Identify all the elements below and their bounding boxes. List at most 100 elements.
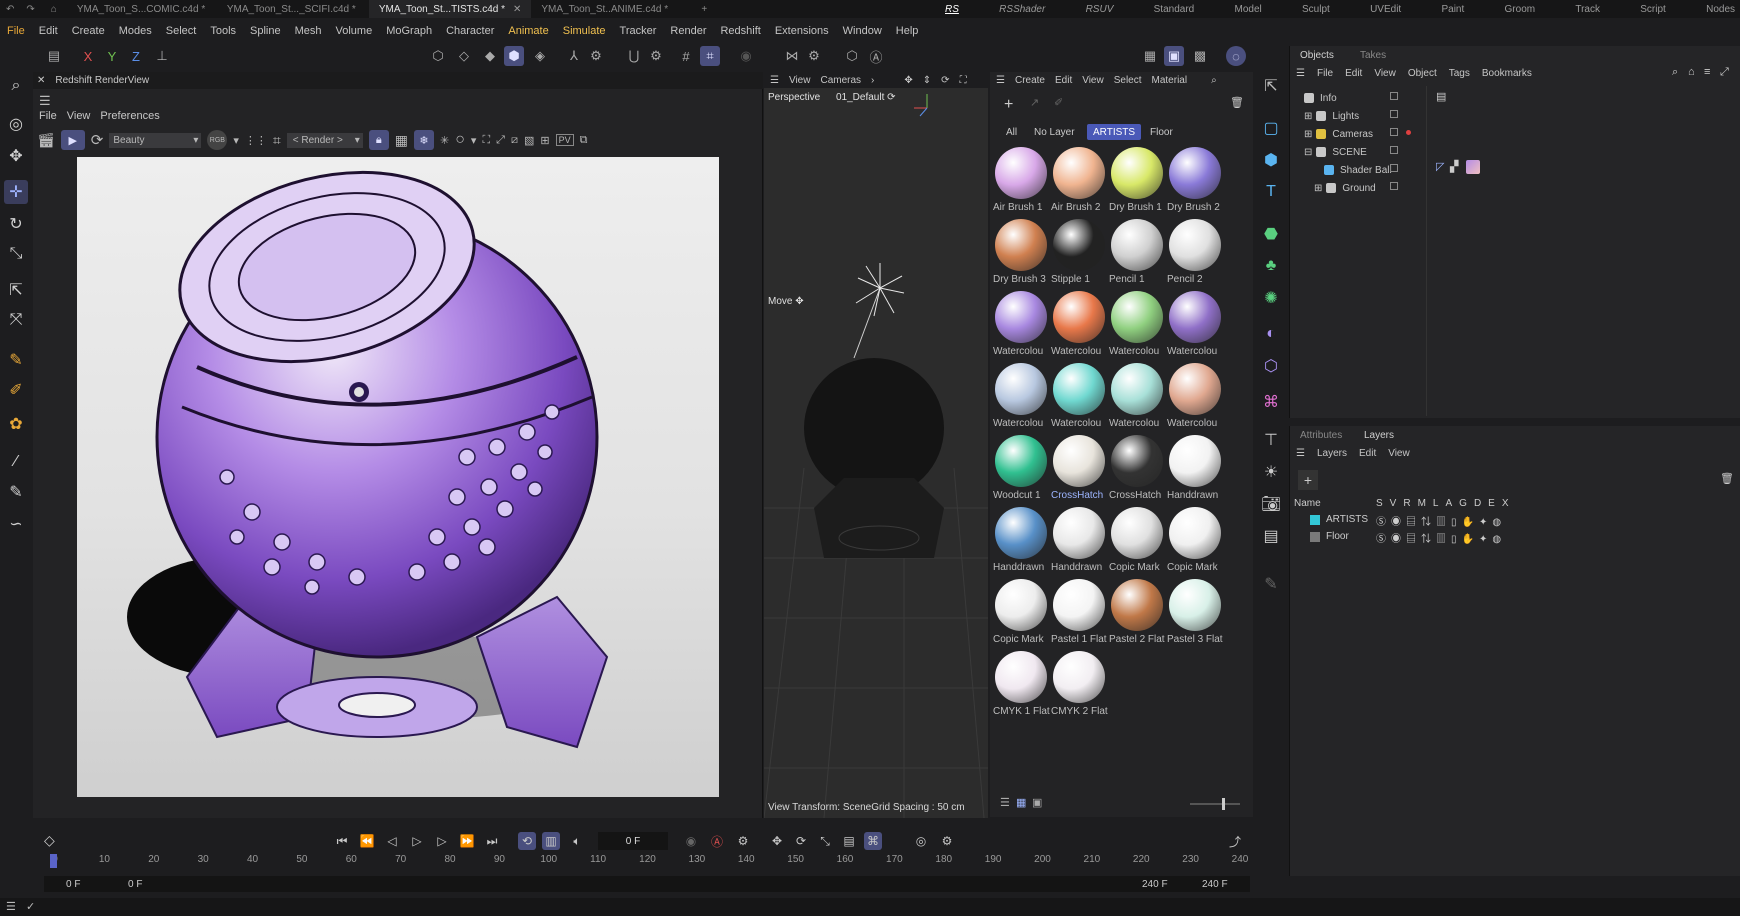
object-row-ground[interactable]: ⊞ Ground <box>1314 180 1376 196</box>
layout-rsshader[interactable]: RSShader <box>999 4 1045 15</box>
rotate-key-icon[interactable]: ⟳ <box>792 832 810 850</box>
objects-menu-view[interactable]: View <box>1374 68 1396 79</box>
tab-takes[interactable]: Takes <box>1360 50 1386 61</box>
x-axis-lock-icon[interactable]: X <box>78 46 98 66</box>
collapse-icon[interactable]: ⊟ <box>1304 147 1312 158</box>
key-settings-icon[interactable]: ⚙ <box>734 832 752 850</box>
material-swatch[interactable]: Watercolou <box>1051 289 1107 361</box>
redshift-ipr-icon[interactable]: ⬡ <box>842 46 862 66</box>
material-swatch[interactable]: CMYK 2 Flat <box>1051 649 1108 721</box>
filter-artists[interactable]: ARTISTS <box>1087 124 1142 140</box>
layers-menu-icon[interactable]: ☰ <box>1296 448 1305 459</box>
current-frame-field[interactable]: 0 F <box>598 832 668 850</box>
play-icon[interactable]: ▷ <box>408 832 426 850</box>
menu-character[interactable]: Character <box>439 25 501 37</box>
undo-icon[interactable]: ↶ <box>0 0 20 18</box>
material-swatch[interactable]: Watercolou <box>1167 289 1223 361</box>
y-axis-lock-icon[interactable]: Y <box>102 46 122 66</box>
deformer-icon[interactable]: ◐ <box>1259 322 1283 346</box>
edges-mode-icon[interactable]: ◇ <box>454 46 474 66</box>
material-swatch[interactable]: Stipple 1 <box>1051 217 1107 289</box>
texture-mode-icon[interactable]: ◈ <box>530 46 550 66</box>
knife-tool-icon[interactable]: ✎ <box>4 480 28 504</box>
object-row-scene[interactable]: ⊟ SCENE <box>1304 144 1367 160</box>
close-tab-icon[interactable]: ✕ <box>513 4 521 15</box>
clapper-icon[interactable]: 🎬︎ <box>37 132 55 149</box>
object-row-info[interactable]: Info <box>1304 90 1337 106</box>
copy-icon[interactable]: ⧉ <box>580 134 588 147</box>
objects-menu-icon[interactable]: ☰ <box>1296 68 1305 79</box>
menu-mograph[interactable]: MoGraph <box>379 25 439 37</box>
material-pen-icon[interactable]: ✐ <box>1054 96 1063 109</box>
z-axis-lock-icon[interactable]: Z <box>126 46 146 66</box>
floor-flag-icons[interactable]: Ⓢ◉▤⇅▥▯✋✦◍ <box>1376 531 1506 548</box>
rv-menu-preferences[interactable]: Preferences <box>100 110 159 122</box>
next-frame-icon[interactable]: ▷ <box>433 832 451 850</box>
slider-handle[interactable] <box>1222 798 1225 810</box>
pv-icon[interactable]: PV <box>555 134 574 146</box>
motion-record-icon[interactable]: ◎ <box>912 832 930 850</box>
range-max-field[interactable]: 240 F <box>1142 879 1168 890</box>
close-icon[interactable]: ✕ <box>37 75 45 86</box>
timeline-range-bar[interactable] <box>44 876 1250 892</box>
settings-icon[interactable]: ⚙ <box>586 46 606 66</box>
render-dot-red[interactable] <box>1406 130 1411 135</box>
menu-spline[interactable]: Spline <box>243 25 288 37</box>
layout-uvedit[interactable]: UVEdit <box>1370 4 1401 15</box>
menu-create[interactable]: Create <box>65 25 112 37</box>
curve-editor-icon[interactable]: ⤴ <box>1226 832 1244 850</box>
grid-overlay-icon[interactable]: ⋮⋮ <box>245 134 267 147</box>
viewport-menu-icon[interactable]: ☰ <box>770 75 779 86</box>
orbit-icon[interactable]: ⟳ <box>941 75 949 86</box>
layer-color-swatch[interactable] <box>1310 531 1320 542</box>
rv-menu-view[interactable]: View <box>67 110 91 122</box>
viewport-camera-label[interactable]: 01_Default ⟳ <box>836 92 896 103</box>
render-target-select[interactable]: < Render > ▾ <box>286 132 363 148</box>
visibility-dot[interactable] <box>1390 164 1398 172</box>
material-swatch[interactable]: Watercolou <box>1109 289 1165 361</box>
add-snapshot-icon[interactable]: ⊞ <box>540 134 549 147</box>
layout-nodes[interactable]: Nodes <box>1706 4 1735 15</box>
pen-icon[interactable]: ✎ <box>1259 572 1283 596</box>
layout-rs[interactable]: RS <box>945 4 959 15</box>
fit-icon[interactable]: ⛶ <box>482 134 490 147</box>
objects-menu-edit[interactable]: Edit <box>1345 68 1362 79</box>
search-icon[interactable]: ⌕ <box>1672 66 1678 79</box>
range-start-field[interactable]: 0 F <box>66 879 80 890</box>
timeline-settings-icon[interactable]: ⚙ <box>938 832 956 850</box>
circle-icon[interactable]: ○ <box>455 131 465 149</box>
scale-tool-icon[interactable]: ⤡ <box>4 242 28 266</box>
transform-icon[interactable]: ⇱ <box>4 278 28 302</box>
floor-icon[interactable]: ⊤ <box>1259 428 1283 452</box>
menu-file[interactable]: File <box>0 25 32 37</box>
filter-floor[interactable]: Floor <box>1144 124 1179 140</box>
text-icon[interactable]: T <box>1259 180 1283 204</box>
axis-tool-icon[interactable]: ⤧ <box>4 308 28 332</box>
cube-icon[interactable]: ⬢ <box>1259 148 1283 172</box>
scale-key-icon[interactable]: ⤡ <box>816 832 834 850</box>
record-icon[interactable]: ◉ <box>736 46 756 66</box>
visibility-dot[interactable] <box>1390 110 1398 118</box>
search-icon[interactable]: ⌕ <box>1211 75 1217 86</box>
dolly-icon[interactable]: ⇕ <box>923 75 931 86</box>
material-swatch[interactable]: Watercolou <box>993 289 1049 361</box>
field-icon[interactable]: ⬡ <box>1259 354 1283 378</box>
camera-icon[interactable]: 📷︎ <box>1259 492 1283 516</box>
snap-icon[interactable]: ⋃ <box>624 46 644 66</box>
render-view-icon[interactable]: ▣ <box>1164 46 1184 66</box>
layout-track[interactable]: Track <box>1575 4 1600 15</box>
crop-icon[interactable]: ⌗ <box>273 132 281 149</box>
material-swatch[interactable]: Pencil 1 <box>1109 217 1165 289</box>
material-swatch[interactable]: Air Brush 1 <box>993 145 1049 217</box>
rgb-channel-toggle[interactable]: RGB <box>207 130 228 150</box>
material-swatch[interactable]: Pastel 3 Flat <box>1167 577 1223 649</box>
rotate-tool-icon[interactable]: ↻ <box>4 212 28 236</box>
viewport-projection-label[interactable]: Perspective <box>768 92 820 103</box>
objects-menu-file[interactable]: File <box>1317 68 1333 79</box>
autokey-icon[interactable]: Ⓐ <box>708 832 726 850</box>
polygons-mode-icon[interactable]: ◆ <box>480 46 500 66</box>
aov-select[interactable]: Beauty ▾ <box>109 132 202 148</box>
material-menu-icon[interactable]: ☰ <box>996 75 1005 86</box>
menu-extensions[interactable]: Extensions <box>768 25 836 37</box>
tab-layers[interactable]: Layers <box>1364 430 1394 441</box>
